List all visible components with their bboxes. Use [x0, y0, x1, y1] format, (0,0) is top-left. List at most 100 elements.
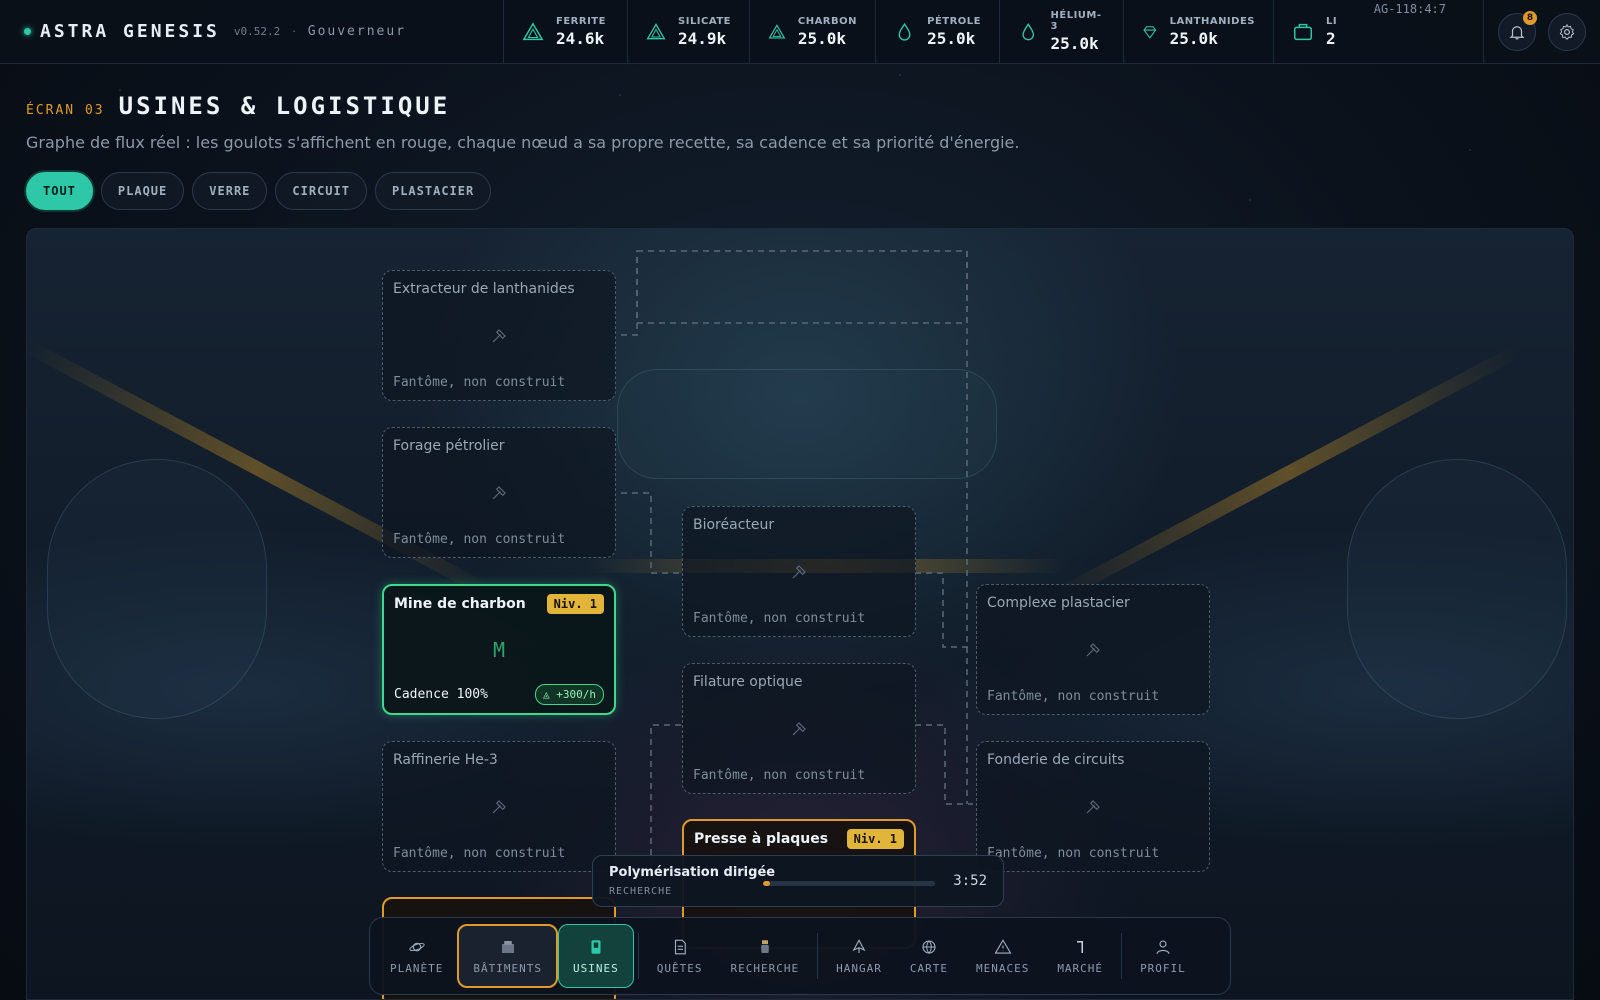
nav-label: PROFIL — [1140, 961, 1186, 975]
resource-value: 24.9k — [678, 28, 727, 48]
triangle-icon — [522, 21, 544, 40]
resource-label: FERRITE — [556, 15, 606, 27]
research-progress-fill — [763, 881, 770, 886]
triangle-icon — [646, 22, 666, 39]
page-subtitle: Graphe de flux réel : les goulots s'affi… — [26, 133, 1020, 152]
resource-label: PÉTROLE — [927, 15, 981, 27]
resource-label: LI — [1326, 15, 1338, 27]
nav-batiments[interactable]: BÂTIMENTS — [457, 924, 558, 988]
resource-label: HÉLIUM-3 — [1050, 10, 1102, 32]
filter-tout[interactable]: TOUT — [26, 172, 93, 210]
nav-label: QUÊTES — [656, 961, 703, 975]
resource-helium[interactable]: HÉLIUM-3 25.0k — [1000, 0, 1124, 63]
hammer-icon — [792, 721, 806, 735]
node-name: Complexe plastacier — [987, 595, 1130, 611]
node-glyph: M — [492, 637, 506, 662]
filter-verre[interactable]: VERRE — [192, 172, 268, 210]
factory-node-filature[interactable]: Filature optique Fantôme, non construit — [682, 663, 916, 794]
triangle-icon — [768, 23, 786, 39]
resource-petrole[interactable]: PÉTROLE 25.0k — [876, 0, 1000, 63]
bell-icon — [1509, 25, 1525, 39]
notifications-button[interactable]: 8 — [1498, 10, 1537, 51]
nav-profil[interactable]: PROFIL — [1126, 924, 1200, 988]
nav-carte[interactable]: CARTE — [896, 924, 962, 988]
filter-plaque[interactable]: PLAQUE — [100, 172, 185, 210]
node-name: Presse à plaques — [694, 831, 829, 847]
resource-lanthanides[interactable]: LANTHANIDES 25.0k — [1124, 0, 1274, 63]
factory-node-bioreacteur[interactable]: Bioréacteur Fantôme, non construit — [682, 506, 916, 637]
app-name: ASTRA GENESIS — [40, 21, 220, 42]
node-status: Fantôme, non construit — [987, 689, 1160, 704]
research-progress-toast[interactable]: Polymérisation dirigée RECHERCHE 3:52 — [592, 855, 1004, 907]
resource-value: 25.0k — [797, 28, 847, 48]
top-bar: ASTRA GENESIS v0.52.2 · Gouverneur FERRI… — [0, 0, 1600, 64]
resource-li[interactable]: LI 2 AG-118:4:7 — [1274, 0, 1458, 63]
factory-icon — [591, 939, 601, 954]
resource-charbon[interactable]: CHARBON 25.0k — [750, 0, 876, 63]
connector-bioreacteur — [915, 572, 973, 648]
coordinates-readout: AG-118:4:7 — [1373, 2, 1446, 16]
planet-icon — [409, 942, 425, 951]
nav-recherche[interactable]: RECHERCHE — [716, 924, 813, 988]
node-name: Extracteur de lanthanides — [393, 281, 575, 297]
screen-header: ÉCRAN 03 USINES & LOGISTIQUE — [26, 92, 450, 120]
filter-circuit[interactable]: CIRCUIT — [275, 172, 367, 210]
nav-label: MARCHÉ — [1057, 961, 1104, 975]
resource-value: 24.6k — [556, 28, 605, 48]
node-name: Bioréacteur — [693, 517, 775, 533]
factory-node-plastacier[interactable]: Complexe plastacier Fantôme, non constru… — [976, 584, 1210, 715]
nav-label: PLANÈTE — [390, 961, 444, 975]
nav-divider — [817, 933, 819, 979]
user-icon — [1156, 939, 1170, 954]
node-status: Fantôme, non construit — [393, 846, 566, 861]
factory-node-mine-charbon[interactable]: Mine de charbon Niv. 1 M Cadence 100% ◬ … — [382, 584, 616, 715]
nav-label: MENACES — [975, 961, 1030, 975]
hammer-icon — [792, 564, 806, 578]
nav-divider — [637, 933, 639, 979]
screen-number: ÉCRAN 03 — [26, 103, 105, 118]
factory-node-extracteur[interactable]: Extracteur de lanthanides Fantôme, non c… — [382, 270, 616, 401]
nav-marche[interactable]: MARCHÉ — [1043, 924, 1117, 988]
node-status: Fantôme, non construit — [393, 375, 566, 390]
hammer-icon — [492, 799, 506, 813]
research-timer: 3:52 — [953, 873, 987, 889]
brand: ASTRA GENESIS v0.52.2 · Gouverneur — [0, 0, 504, 63]
nav-hangar[interactable]: HANGAR — [822, 924, 896, 988]
connector-filature — [621, 724, 681, 870]
nav-label: BÂTIMENTS — [473, 961, 542, 975]
player-role: Gouverneur — [307, 24, 407, 39]
resource-value: 25.0k — [1050, 34, 1099, 53]
nav-quetes[interactable]: QUÊTES — [643, 924, 717, 988]
filter-chips: TOUT PLAQUE VERRE CIRCUIT PLASTACIER — [26, 172, 492, 210]
market-icon — [1077, 940, 1084, 953]
settings-button[interactable] — [1548, 12, 1586, 51]
factory-node-forage[interactable]: Forage pétrolier Fantôme, non construit — [382, 427, 616, 558]
filter-plastacier[interactable]: PLASTACIER — [374, 172, 492, 210]
connector-forage — [621, 492, 681, 574]
nav-label: USINES — [572, 961, 619, 975]
research-title: Polymérisation dirigée — [609, 865, 776, 880]
node-name: Forage pétrolier — [393, 438, 505, 454]
resource-ferrite[interactable]: FERRITE 24.6k — [504, 0, 628, 63]
nav-planete[interactable]: PLANÈTE — [376, 924, 457, 988]
resource-label: LANTHANIDES — [1169, 15, 1255, 27]
node-cadence: Cadence 100% — [394, 687, 488, 702]
factory-node-raffinerie[interactable]: Raffinerie He-3 Fantôme, non construit — [382, 741, 616, 872]
warning-icon — [994, 938, 1012, 954]
gem-icon — [1143, 25, 1157, 39]
node-status: Fantôme, non construit — [393, 532, 566, 547]
document-icon — [674, 939, 686, 954]
level-badge: Niv. 1 — [546, 594, 604, 614]
triangle-icon: ◬ — [543, 688, 557, 701]
status-dot-icon — [24, 28, 31, 35]
production-rate-badge: ◬ +300/h — [535, 684, 604, 705]
resource-value: 25.0k — [1169, 28, 1218, 48]
node-name: Raffinerie He-3 — [393, 752, 498, 768]
resource-label: SILICATE — [678, 15, 731, 27]
nav-usines[interactable]: USINES — [557, 924, 634, 988]
nav-menaces[interactable]: MENACES — [962, 924, 1043, 988]
nav-divider — [1121, 933, 1123, 979]
factory-node-fonderie[interactable]: Fonderie de circuits Fantôme, non constr… — [976, 741, 1210, 872]
level-badge: Niv. 1 — [846, 829, 904, 849]
resource-silicate[interactable]: SILICATE 24.9k — [628, 0, 750, 63]
